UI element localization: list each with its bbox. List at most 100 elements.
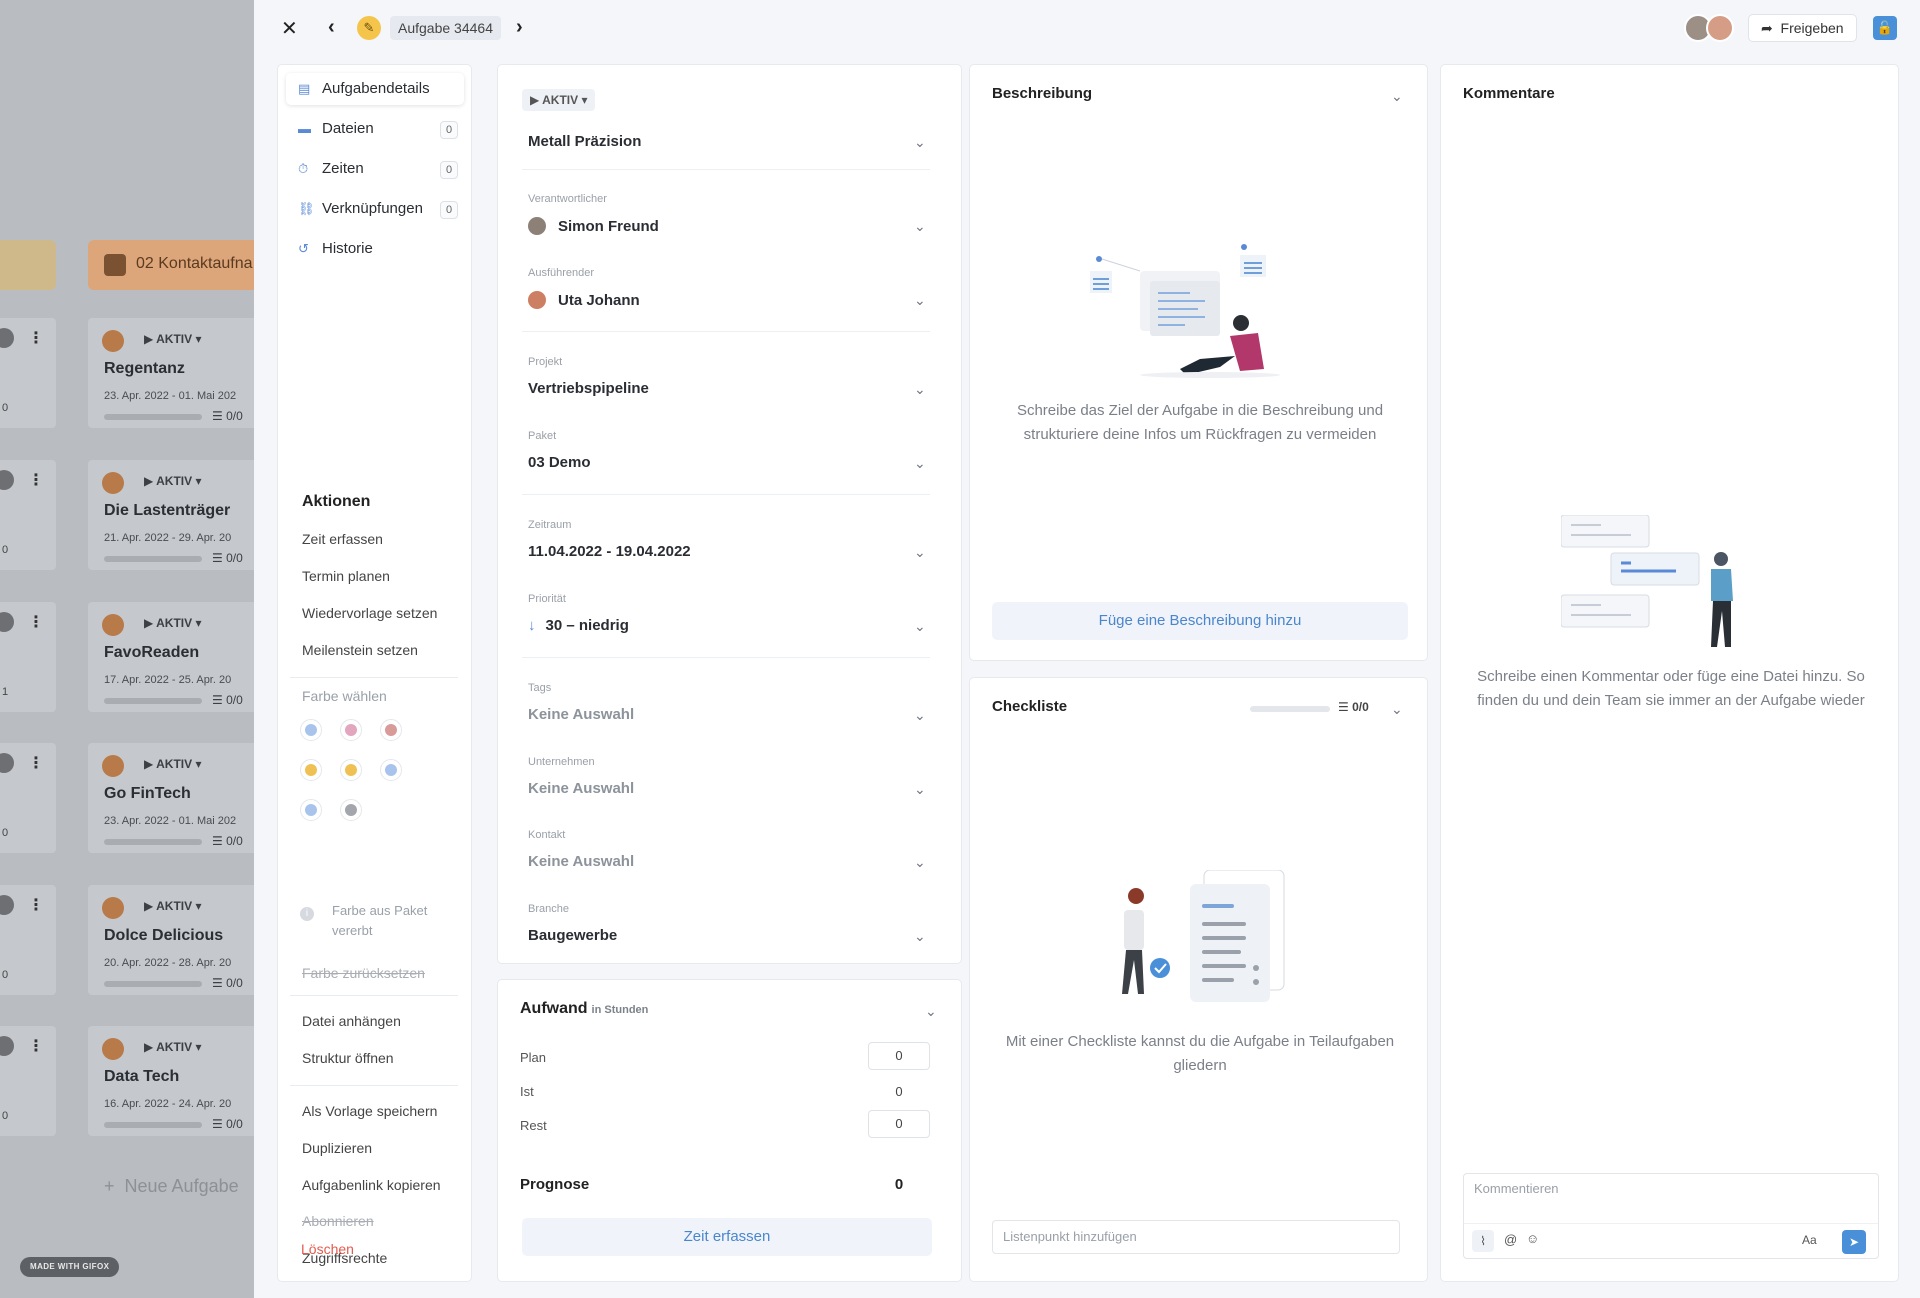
chevron-down-icon[interactable]: ⌄	[1391, 702, 1405, 716]
more-icon[interactable]: ⋮	[28, 753, 44, 773]
more-icon[interactable]: ⋮	[28, 470, 44, 490]
industry-field[interactable]: Branche Baugewerbe ⌄	[528, 903, 928, 953]
tags-field[interactable]: Tags Keine Auswahl ⌄	[528, 682, 928, 732]
task-card-stub[interactable]: ⋮ 0	[0, 743, 56, 853]
task-card-stub[interactable]: ⋮ 0	[0, 1026, 56, 1136]
chevron-right-icon[interactable]: ›	[516, 16, 523, 39]
format-button[interactable]: Aa	[1802, 1233, 1817, 1247]
action-copy-link[interactable]: Aufgabenlink kopieren	[302, 1177, 441, 1193]
plan-input[interactable]: 0	[868, 1042, 930, 1070]
field-label: Unternehmen	[528, 756, 595, 768]
avatar	[528, 217, 546, 235]
status-badge[interactable]: ▶ AKTIV ▾	[144, 757, 201, 771]
actual-label: Ist	[520, 1084, 534, 1099]
board-background: 02 Kontaktaufna ⋮ 0 ▶ AKTIV ▾ Regentanz 23.…	[0, 0, 254, 1298]
color-swatch[interactable]	[340, 759, 362, 781]
task-card[interactable]: ▶ AKTIV ▾ Die Lastenträger 21. Apr. 2022 -…	[88, 460, 254, 570]
color-swatch[interactable]	[380, 719, 402, 741]
menu-item-times[interactable]: ⏱ Zeiten 0	[286, 153, 464, 185]
company-field[interactable]: Unternehmen Keine Auswahl ⌄	[528, 756, 928, 806]
action-attach-file[interactable]: Datei anhängen	[302, 1013, 401, 1029]
avatar	[0, 1036, 14, 1056]
package-field[interactable]: Paket 03 Demo ⌄	[528, 430, 928, 480]
color-swatch[interactable]	[300, 799, 322, 821]
swatch-fill	[305, 804, 317, 816]
more-icon[interactable]: ⋮	[28, 1036, 44, 1056]
chevron-down-icon[interactable]: ⌄	[925, 1004, 939, 1018]
more-icon[interactable]: ⋮	[28, 895, 44, 915]
chevron-down-icon: ⌄	[914, 854, 926, 870]
close-icon[interactable]: ✕	[281, 16, 298, 41]
color-swatch[interactable]	[300, 759, 322, 781]
rest-input[interactable]: 0	[868, 1110, 930, 1138]
checklist-item-input[interactable]: Listenpunkt hinzufügen	[992, 1220, 1400, 1254]
chevron-down-icon[interactable]: ⌄	[1391, 89, 1405, 103]
task-card[interactable]: ▶ AKTIV ▾ Go FinTech 23. Apr. 2022 - 01. M…	[88, 743, 254, 853]
period-field[interactable]: Zeitraum 11.04.2022 - 19.04.2022 ⌄	[528, 519, 928, 569]
task-card[interactable]: ▶ AKTIV ▾ Data Tech 16. Apr. 2022 - 24. Ap…	[88, 1026, 254, 1136]
status-badge[interactable]: ▶ AKTIV ▾	[144, 899, 201, 913]
action-save-template[interactable]: Als Vorlage speichern	[302, 1103, 437, 1119]
action-schedule[interactable]: Termin planen	[302, 568, 390, 584]
mention-icon[interactable]: @	[1504, 1232, 1517, 1247]
project-field[interactable]: Projekt Vertriebspipeline ⌄	[528, 356, 928, 406]
executor-field[interactable]: Ausführender Uta Johann ⌄	[528, 267, 928, 317]
task-card[interactable]: ▶ AKTIV ▾ Dolce Delicious 20. Apr. 2022 - …	[88, 885, 254, 995]
add-description-button[interactable]: Füge eine Beschreibung hinzu	[992, 602, 1408, 640]
task-card[interactable]: ▶ AKTIV ▾ Regentanz 23. Apr. 2022 - 01. Ma…	[88, 318, 254, 428]
lock-icon[interactable]: 🔓	[1873, 16, 1897, 40]
task-name: Die Lastenträger	[104, 502, 231, 519]
task-name: Regentanz	[104, 360, 185, 377]
action-subscribe: Abonnieren	[302, 1213, 374, 1229]
task-card[interactable]: ▶ AKTIV ▾ FavoReaden 17. Apr. 2022 - 25. A…	[88, 602, 254, 712]
responsible-field[interactable]: Verantwortlicher Simon Freund ⌄	[528, 193, 928, 243]
status-badge[interactable]: ▶ AKTIV ▾	[144, 1040, 201, 1054]
color-swatch[interactable]	[340, 799, 362, 821]
avatar	[1706, 14, 1734, 42]
action-resubmission[interactable]: Wiedervorlage setzen	[302, 605, 437, 621]
color-swatch[interactable]	[340, 719, 362, 741]
board-column-header[interactable]: 02 Kontaktaufna	[88, 240, 254, 290]
pencil-icon[interactable]: ✎	[357, 16, 381, 40]
avatar-group[interactable]	[1684, 14, 1736, 42]
more-icon[interactable]: ⋮	[28, 612, 44, 632]
status-badge[interactable]: ▶ AKTIV ▾	[144, 332, 201, 346]
status-badge[interactable]: ▶ AKTIV ▾	[144, 616, 201, 630]
actual-value: 0	[895, 1084, 903, 1099]
comment-input[interactable]: Kommentieren	[1463, 1173, 1879, 1223]
action-open-structure[interactable]: Struktur öffnen	[302, 1050, 394, 1066]
status-dropdown[interactable]: ▶ AKTIV ▾	[522, 89, 596, 111]
menu-item-links[interactable]: ⛓ Verknüpfungen 0	[286, 193, 464, 225]
priority-field[interactable]: Priorität ↓ 30 – niedrig ⌄	[528, 593, 928, 643]
menu-item-files[interactable]: ▬ Dateien 0	[286, 113, 464, 145]
action-log-time[interactable]: Zeit erfassen	[302, 531, 383, 547]
task-card-stub[interactable]: ⋮ 0	[0, 460, 56, 570]
emoji-icon[interactable]: ☺	[1526, 1231, 1539, 1246]
task-card-stub[interactable]: ⋮ 0	[0, 318, 56, 428]
color-swatch[interactable]	[300, 719, 322, 741]
checklist-panel: Checkliste ☰ 0/0 ⌄ Mit einer Checkliste …	[969, 677, 1428, 1282]
new-task-button[interactable]: + Neue Aufgabe	[104, 1176, 239, 1197]
share-button[interactable]: ➦ Freigeben	[1748, 14, 1857, 42]
chevron-down-icon: ⌄	[914, 928, 926, 944]
status-badge[interactable]: ▶ AKTIV ▾	[144, 474, 201, 488]
company-select[interactable]: Metall Präzision ⌄	[528, 129, 928, 159]
color-swatch[interactable]	[380, 759, 402, 781]
action-duplicate[interactable]: Duplizieren	[302, 1140, 372, 1156]
paperclip-icon[interactable]: ⌇	[1472, 1230, 1494, 1252]
action-delete[interactable]: Löschen	[301, 1241, 354, 1257]
menu-item-history[interactable]: ↺ Historie	[286, 233, 464, 265]
task-card-stub[interactable]: ⋮ 0	[0, 885, 56, 995]
avatar	[0, 612, 14, 632]
more-icon[interactable]: ⋮	[28, 328, 44, 348]
share-icon: ➦	[1761, 20, 1773, 36]
menu-item-details[interactable]: ▤ Aufgabendetails	[286, 73, 464, 105]
chevron-left-icon[interactable]: ‹	[328, 16, 335, 39]
action-milestone[interactable]: Meilenstein setzen	[302, 642, 418, 658]
task-breadcrumb[interactable]: Aufgabe 34464	[390, 16, 501, 40]
log-time-button[interactable]: Zeit erfassen	[522, 1218, 932, 1256]
task-card-stub[interactable]: ⋮ 1	[0, 602, 56, 712]
contact-field[interactable]: Kontakt Keine Auswahl ⌄	[528, 829, 928, 879]
task-name: Dolce Delicious	[104, 927, 224, 944]
send-icon[interactable]: ➤	[1842, 1230, 1866, 1254]
